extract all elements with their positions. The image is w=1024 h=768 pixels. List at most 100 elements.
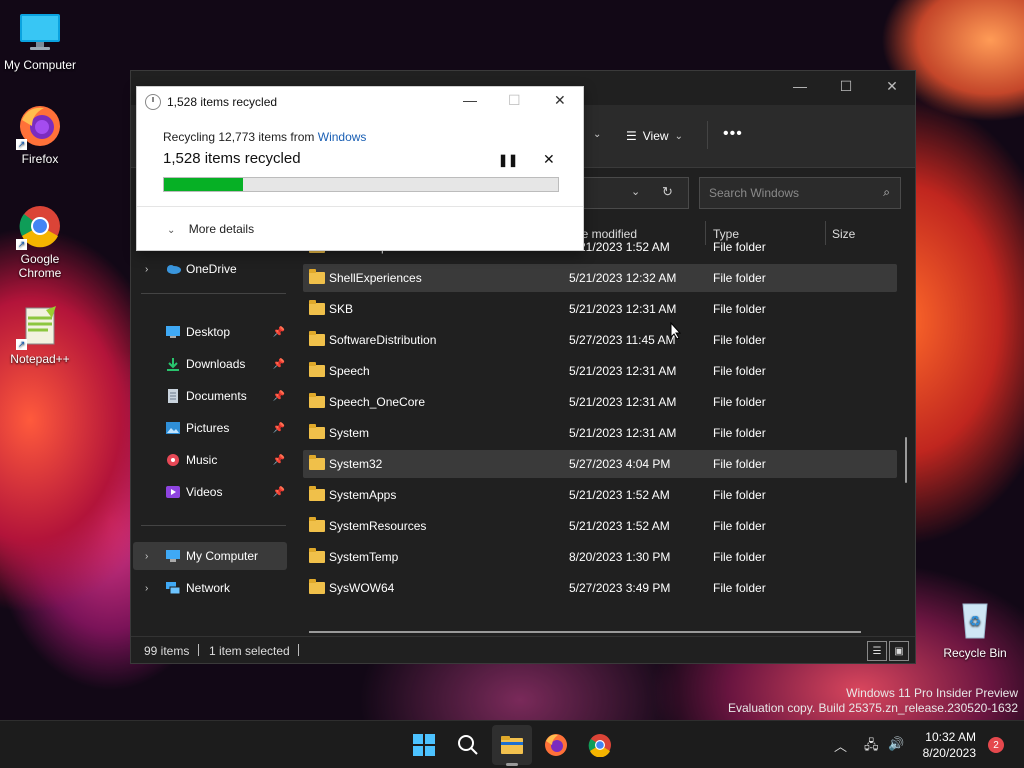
item-count: 99 items <box>144 644 190 658</box>
file-row[interactable]: SoftwareDistribution 5/27/2023 11:45 AM Fi… <box>303 326 897 354</box>
file-row[interactable]: System32 5/27/2023 4:04 PM File folder <box>303 450 897 478</box>
chrome-taskbar-button[interactable] <box>588 733 612 758</box>
chevron-right-icon[interactable]: › <box>145 583 148 594</box>
windows-logo-icon <box>413 734 435 756</box>
nav-item-network[interactable]: › Network <box>133 574 287 602</box>
start-button[interactable] <box>412 733 436 757</box>
volume-icon[interactable]: 🔊 <box>888 736 904 752</box>
chevron-down-icon[interactable]: ⌄ <box>631 185 640 198</box>
pin-icon[interactable]: 📌 <box>273 423 285 434</box>
file-date: 5/21/2023 1:52 AM <box>569 519 670 533</box>
clock-icon <box>145 94 161 110</box>
file-row[interactable]: Speech 5/21/2023 12:31 AM File folder <box>303 357 897 385</box>
chevron-right-icon[interactable]: › <box>145 551 148 562</box>
chevron-down-icon[interactable]: ⌄ <box>593 129 601 140</box>
minimize-button[interactable]: — <box>777 71 823 101</box>
file-row[interactable]: SystemResources 5/21/2023 1:52 AM File fol… <box>303 512 897 540</box>
minimize-button[interactable]: — <box>463 92 477 108</box>
desktop-icon-notepad-plus-plus[interactable]: ↗ Notepad++ <box>0 304 80 366</box>
desktop-icon-firefox[interactable]: ↗ Firefox <box>0 104 80 166</box>
status-divider <box>198 644 199 656</box>
view-button[interactable]: ☰ View ⌄ <box>626 129 683 143</box>
pin-icon[interactable]: 📌 <box>273 487 285 498</box>
desktop-icon-recycle-bin[interactable]: ♻ Recycle Bin <box>935 598 1015 660</box>
maximize-button[interactable]: ☐ <box>823 71 869 101</box>
search-icon <box>458 735 478 755</box>
file-date: 5/27/2023 3:49 PM <box>569 581 671 595</box>
recycle-source-text: Recycling 12,773 items from Windows <box>163 130 366 144</box>
folder-icon <box>309 579 325 594</box>
pause-button[interactable]: ❚❚ <box>498 153 518 167</box>
close-button[interactable]: ✕ <box>554 92 566 109</box>
chevron-up-icon[interactable]: ︿ <box>834 736 847 755</box>
file-type: File folder <box>713 364 766 378</box>
file-explorer-taskbar-button[interactable] <box>500 733 524 757</box>
file-type: File folder <box>713 426 766 440</box>
svg-text:♻: ♻ <box>969 614 982 630</box>
address-bar[interactable]: ⌄ ↻ <box>581 177 689 209</box>
file-name: Speech_OneCore <box>329 395 426 409</box>
search-button[interactable] <box>456 733 480 757</box>
pin-icon[interactable]: 📌 <box>273 391 285 402</box>
nav-item-documents[interactable]: Documents 📌 <box>133 382 287 410</box>
nav-item-my-computer[interactable]: › My Computer <box>133 542 287 570</box>
file-name: SystemTemp <box>329 550 399 564</box>
close-button[interactable]: ✕ <box>869 71 915 101</box>
nav-item-videos[interactable]: Videos 📌 <box>133 478 287 506</box>
nav-item-desktop[interactable]: Desktop 📌 <box>133 318 287 346</box>
file-date: 8/20/2023 1:30 PM <box>569 550 671 564</box>
nav-item-onedrive[interactable]: › OneDrive <box>133 255 287 283</box>
horizontal-scrollbar-thumb[interactable] <box>309 631 861 633</box>
recycle-progress-dialog[interactable]: 1,528 items recycled — ☐ ✕ Recycling 12,… <box>136 86 584 251</box>
file-row[interactable]: Speech_OneCore 5/21/2023 12:31 AM File fol… <box>303 388 897 416</box>
pin-icon[interactable]: 📌 <box>273 359 285 370</box>
tiles-view-icon[interactable]: ▣ <box>889 641 909 661</box>
document-icon <box>165 389 181 403</box>
monitor-icon <box>165 549 181 563</box>
more-details-toggle[interactable]: ⌄ More details <box>167 222 254 236</box>
file-name: Speech <box>329 364 370 378</box>
nav-item-downloads[interactable]: Downloads 📌 <box>133 350 287 378</box>
file-row[interactable]: System 5/21/2023 12:31 AM File folder <box>303 419 897 447</box>
file-type: File folder <box>713 519 766 533</box>
desktop-icon-google-chrome[interactable]: ↗ Google Chrome <box>0 204 80 280</box>
cancel-button[interactable]: ✕ <box>543 151 555 168</box>
file-row[interactable]: SKB 5/21/2023 12:31 AM File folder <box>303 295 897 323</box>
file-type: File folder <box>713 333 766 347</box>
file-type: File folder <box>713 395 766 409</box>
chevron-right-icon[interactable]: › <box>145 264 148 275</box>
refresh-icon[interactable]: ↻ <box>662 184 673 200</box>
view-icon: ☰ <box>626 129 637 143</box>
firefox-taskbar-button[interactable] <box>544 733 568 757</box>
clock-date: 8/20/2023 <box>922 746 976 760</box>
file-date: 5/21/2023 12:32 AM <box>569 271 677 285</box>
folder-icon <box>309 393 325 408</box>
search-input[interactable]: Search Windows <box>709 186 799 200</box>
file-row[interactable]: ShellExperiences 5/21/2023 12:32 AM File f… <box>303 264 897 292</box>
nav-label: Network <box>186 581 231 595</box>
taskbar-clock[interactable]: 10:32 AM 8/20/2023 <box>923 729 976 761</box>
progress-fill <box>164 178 243 191</box>
file-row[interactable]: SysWOW64 5/27/2023 3:49 PM File folder <box>303 574 897 602</box>
source-link[interactable]: Windows <box>318 130 367 144</box>
notification-badge[interactable]: 2 <box>988 737 1004 753</box>
file-row[interactable]: SystemApps 5/21/2023 1:52 AM File folder <box>303 481 897 509</box>
pin-icon[interactable]: 📌 <box>273 327 285 338</box>
desktop-icon-my-computer[interactable]: My Computer <box>0 10 80 72</box>
folder-icon <box>501 736 523 754</box>
progress-headline: 1,528 items recycled <box>163 150 301 167</box>
nav-item-pictures[interactable]: Pictures 📌 <box>133 414 287 442</box>
nav-divider <box>141 293 286 294</box>
taskbar: ︿ 🖧 🔊 10:32 AM 8/20/2023 2 <box>0 720 1024 768</box>
view-toggles: ☰ ▣ <box>867 641 909 661</box>
pin-icon[interactable]: 📌 <box>273 455 285 466</box>
file-row[interactable]: SystemTemp 8/20/2023 1:30 PM File folder <box>303 543 897 571</box>
more-options-button[interactable]: ••• <box>723 125 743 143</box>
search-box[interactable]: Search Windows ⌕ <box>699 177 901 209</box>
nav-item-music[interactable]: Music 📌 <box>133 446 287 474</box>
nav-label: My Computer <box>186 549 259 563</box>
vertical-scrollbar-thumb[interactable] <box>905 437 907 483</box>
network-status-icon[interactable]: 🖧 <box>864 736 879 758</box>
chrome-icon: ↗ <box>16 204 62 250</box>
details-view-icon[interactable]: ☰ <box>867 641 887 661</box>
